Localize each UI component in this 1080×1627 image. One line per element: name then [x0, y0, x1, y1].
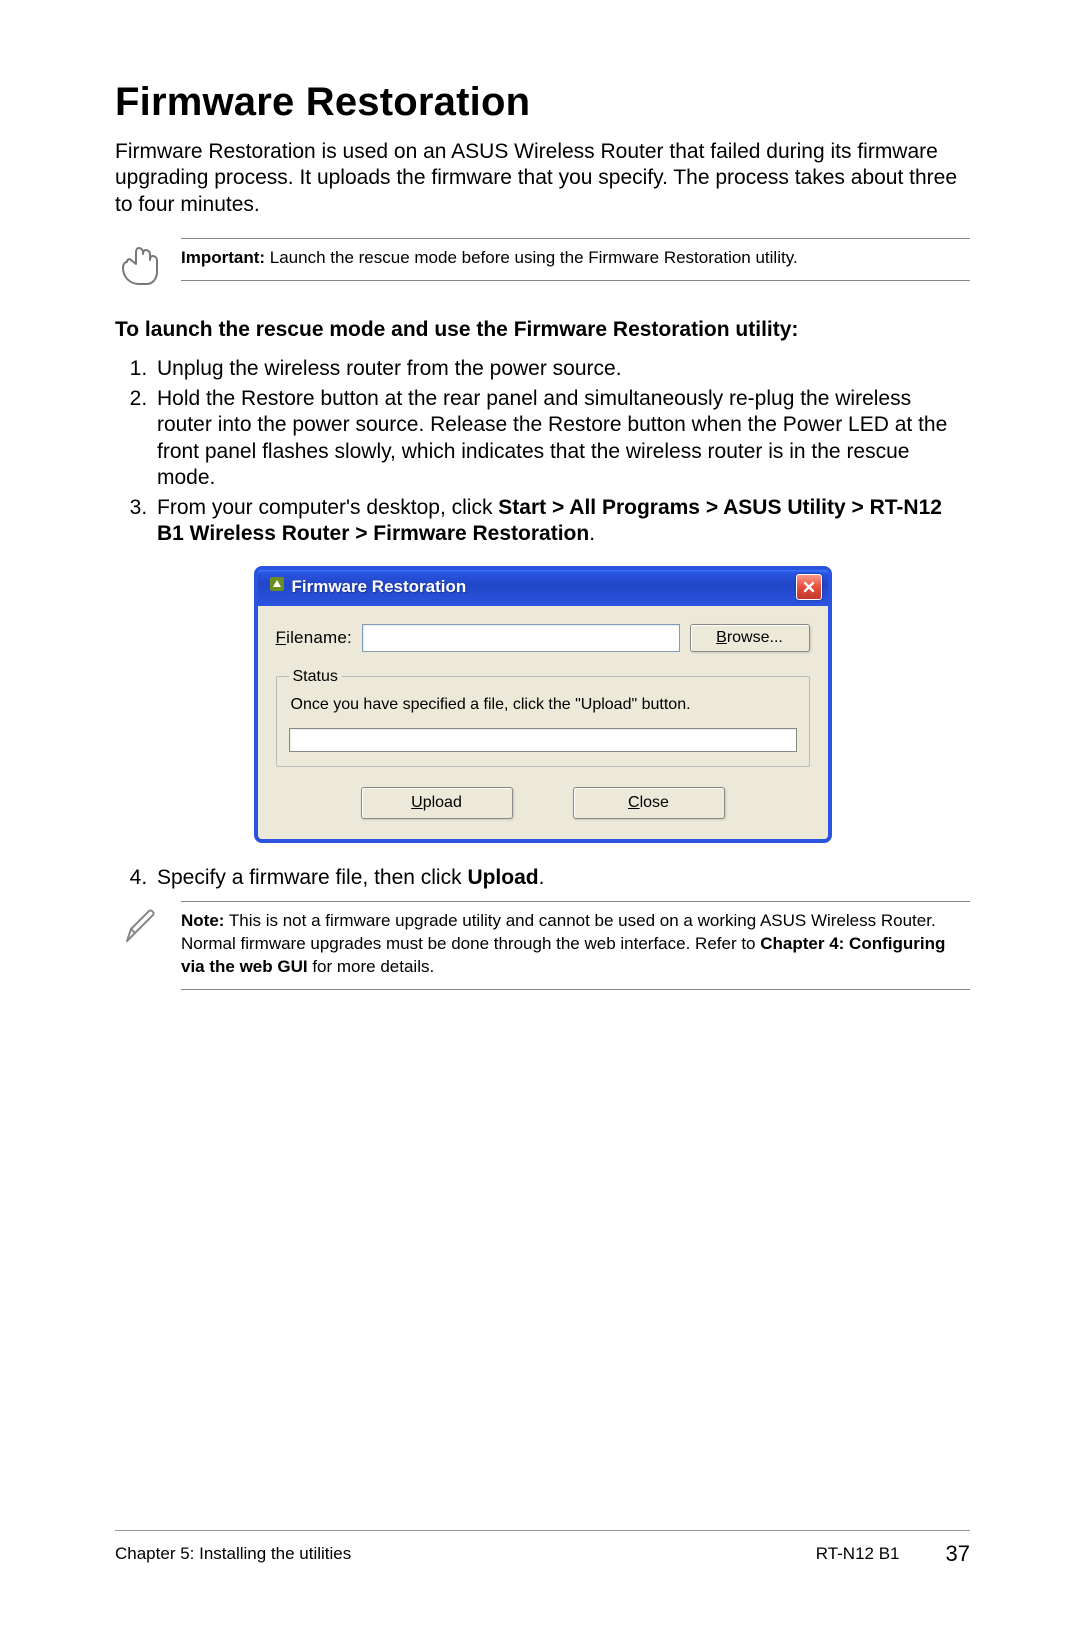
note-label: Note:	[181, 911, 224, 930]
status-text: Once you have specified a file, click th…	[291, 696, 797, 714]
dialog-title: Firmware Restoration	[292, 577, 467, 597]
step4-post: .	[539, 866, 545, 889]
important-callout: Important: Launch the rescue mode before…	[115, 238, 970, 290]
steps-list-continued: Specify a firmware file, then click Uplo…	[115, 865, 970, 891]
procedure-heading: To launch the rescue mode and use the Fi…	[115, 318, 970, 342]
step-1: Unplug the wireless router from the powe…	[153, 356, 970, 382]
footer-chapter: Chapter 5: Installing the utilities	[115, 1544, 351, 1564]
filename-label: Filename:	[276, 628, 352, 648]
step4-bold: Upload	[467, 866, 538, 889]
upload-button[interactable]: Upload	[361, 787, 513, 819]
dialog-titlebar[interactable]: Firmware Restoration	[258, 570, 828, 606]
status-legend: Status	[289, 668, 342, 686]
note-callout: Note: This is not a firmware upgrade uti…	[115, 901, 970, 990]
step-2: Hold the Restore button at the rear pane…	[153, 386, 970, 491]
step3-post: .	[589, 522, 595, 545]
close-button[interactable]: Close	[573, 787, 725, 819]
step-4: Specify a firmware file, then click Uplo…	[153, 865, 970, 891]
page-title: Firmware Restoration	[115, 80, 970, 125]
browse-button[interactable]: Browse...	[690, 624, 810, 652]
status-group: Status Once you have specified a file, c…	[276, 668, 810, 767]
intro-paragraph: Firmware Restoration is used on an ASUS …	[115, 139, 970, 218]
step4-pre: Specify a firmware file, then click	[157, 866, 467, 889]
footer-model: RT-N12 B1	[816, 1544, 900, 1564]
firmware-restoration-dialog: Firmware Restoration Filename: Browse...…	[254, 566, 832, 843]
filename-input[interactable]	[362, 624, 680, 652]
progress-bar	[289, 728, 797, 752]
pen-icon	[115, 901, 167, 949]
note-post: for more details.	[308, 957, 435, 976]
hand-pointing-icon	[115, 238, 167, 290]
app-icon	[268, 575, 286, 598]
important-label: Important:	[181, 248, 265, 267]
step-3: From your computer's desktop, click Star…	[153, 495, 970, 548]
page-footer: Chapter 5: Installing the utilities RT-N…	[115, 1530, 970, 1567]
step3-pre: From your computer's desktop, click	[157, 496, 498, 519]
important-text: Launch the rescue mode before using the …	[265, 248, 798, 267]
close-icon[interactable]	[796, 574, 822, 600]
steps-list: Unplug the wireless router from the powe…	[115, 356, 970, 548]
page-number: 37	[946, 1541, 970, 1567]
